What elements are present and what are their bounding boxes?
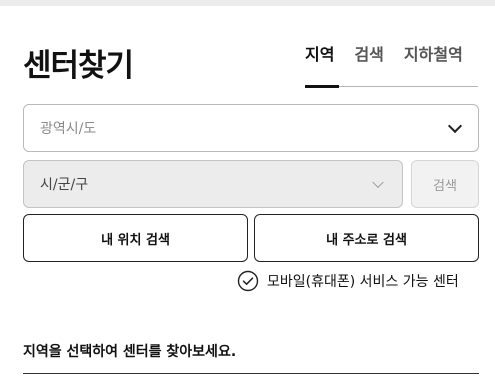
city-select-placeholder: 시/군/구: [40, 177, 89, 193]
result-divider: [23, 373, 479, 374]
top-divider-strip: [0, 0, 495, 6]
chevron-down-icon: [447, 118, 463, 134]
tab-subway[interactable]: 지하철역: [404, 42, 463, 68]
address-search-button[interactable]: 내 주소로 검색: [254, 214, 479, 262]
region-select-placeholder: 광역시/도: [40, 121, 97, 137]
tab-active-indicator: [305, 85, 339, 88]
mobile-service-label: 모바일(휴대폰) 서비스 가능 센터: [267, 274, 459, 290]
page-title: 센터찾기: [23, 48, 134, 84]
my-location-search-button[interactable]: 내 위치 검색: [23, 214, 248, 262]
check-circle-icon[interactable]: [237, 270, 259, 292]
search-mode-tabs: 지역 검색 지하철역: [305, 42, 463, 68]
chevron-down-icon: [372, 176, 384, 189]
tab-region[interactable]: 지역: [305, 42, 334, 68]
region-select[interactable]: 광역시/도: [23, 104, 479, 152]
search-button[interactable]: 검색: [411, 160, 479, 208]
city-select[interactable]: 시/군/구: [23, 160, 403, 208]
mobile-service-filter[interactable]: 모바일(휴대폰) 서비스 가능 센터: [237, 270, 459, 292]
result-hint: 지역을 선택하여 센터를 찾아보세요.: [23, 344, 237, 360]
tab-search[interactable]: 검색: [354, 42, 383, 68]
